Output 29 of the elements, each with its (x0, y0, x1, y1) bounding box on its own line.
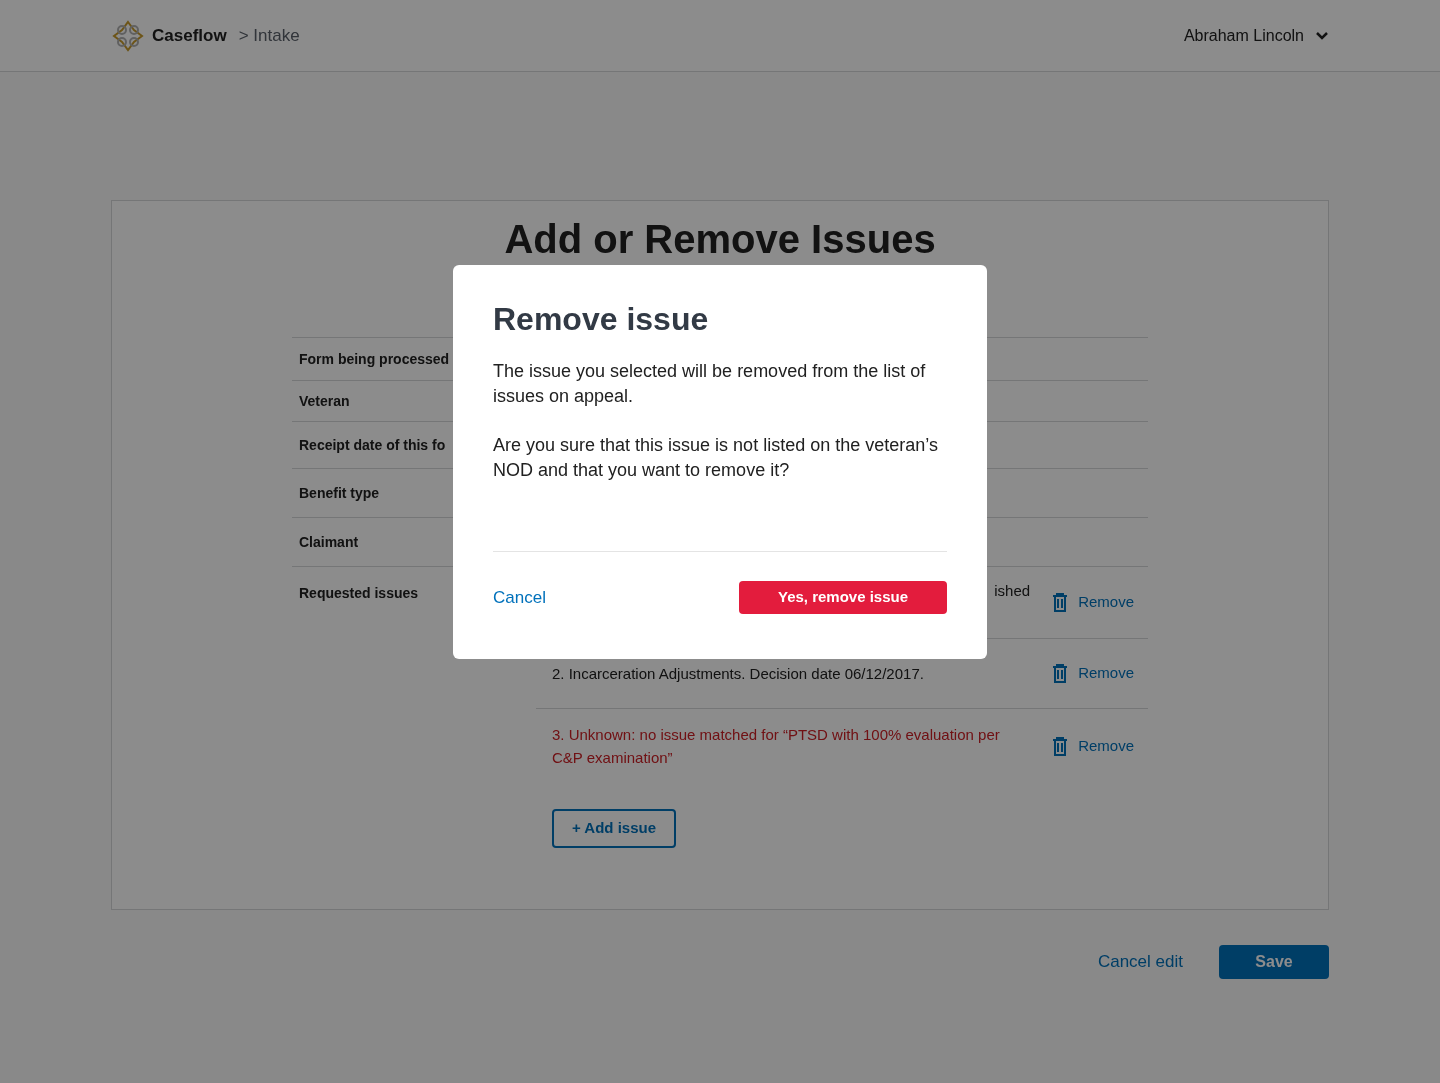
add-issue-button[interactable]: + Add issue (552, 809, 677, 848)
confirm-remove-button[interactable]: Yes, remove issue (739, 581, 947, 614)
logo-icon (112, 19, 144, 52)
breadcrumb: > Intake (238, 24, 300, 47)
trash-icon (1052, 593, 1069, 612)
issue-text: ished (994, 581, 1031, 601)
cancel-link[interactable]: Cancel (493, 584, 546, 611)
page-title: Add or Remove Issues (503, 216, 937, 263)
remove-button[interactable]: Remove (1052, 591, 1134, 614)
field-label: Veteran (299, 393, 350, 409)
modal-text: Are you sure that this issue is not listed on the veteran’s NOD and that you want to remove it? (493, 434, 939, 482)
modal-text: The issue you selected will be removed from the list of issues on appeal. (493, 360, 927, 408)
field-label: Form being processed (299, 351, 450, 367)
field-label: Receipt date of this fo (299, 437, 446, 453)
remove-button[interactable]: Remove (1052, 662, 1134, 685)
issue-text: 2. Incarceration Adjustments. Decision date 06/12/2017. (552, 664, 925, 684)
chevron-icon (1316, 31, 1328, 40)
remove-button[interactable]: Remove (1052, 734, 1134, 758)
user-menu[interactable]: Abraham Lincoln (1183, 23, 1328, 48)
field-label: Requested issues (299, 585, 419, 601)
app-name[interactable]: Caseflow (152, 22, 227, 49)
issue-text: 3. Unknown: no issue matched for “PTSD with 100% evaluation per C&P examination” (552, 725, 1001, 768)
field-label: Benefit type (299, 485, 380, 501)
trash-icon (1052, 664, 1069, 683)
trash-icon (1052, 736, 1069, 756)
field-label: Claimant (299, 534, 359, 550)
modal-title: Remove issue (493, 300, 710, 339)
save-button[interactable]: Save (1219, 945, 1329, 979)
cancel-edit-link[interactable]: Cancel edit (1097, 949, 1183, 975)
